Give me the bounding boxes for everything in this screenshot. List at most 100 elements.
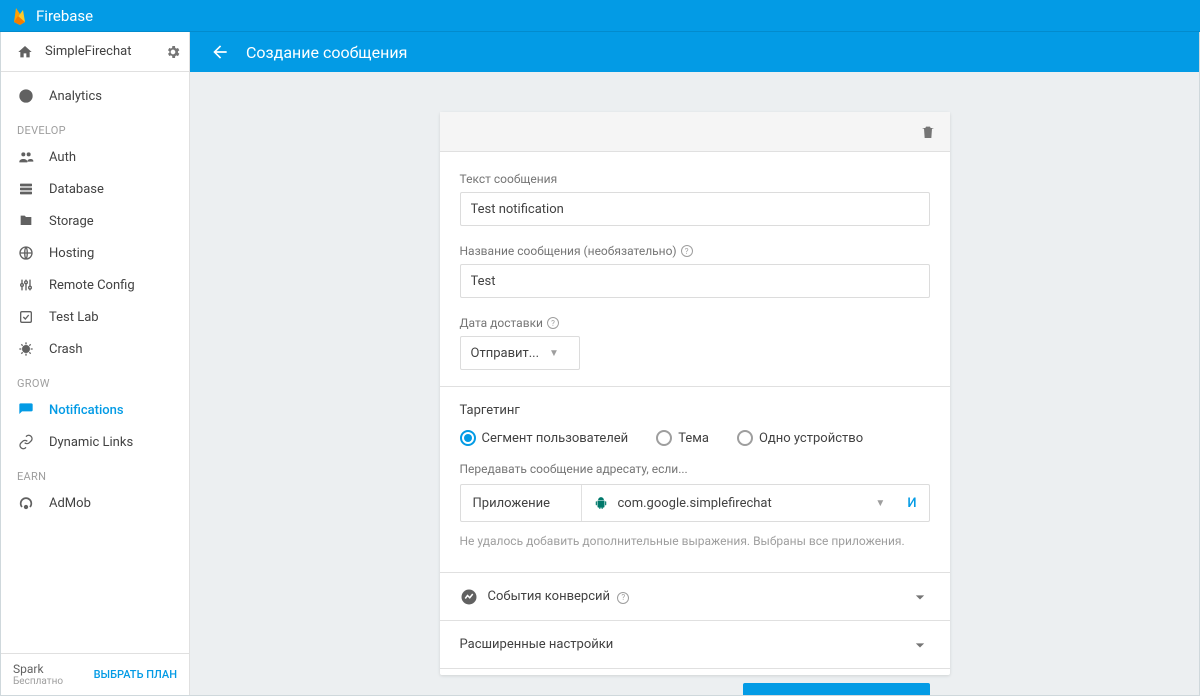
conversion-icon <box>460 588 478 606</box>
help-icon[interactable]: ? <box>547 317 559 329</box>
crash-icon <box>17 340 35 358</box>
nav-hosting[interactable]: Hosting <box>1 237 189 269</box>
nav-label: Remote Config <box>49 278 135 293</box>
auth-icon <box>17 148 35 166</box>
nav-label: Auth <box>49 150 76 165</box>
warning-text: Не удалось добавить дополнительные выраж… <box>460 534 930 548</box>
radio-icon <box>460 430 476 446</box>
nav-admob[interactable]: AdMob <box>1 487 189 519</box>
message-title-label: Название сообщения (необязательно) ? <box>460 244 930 258</box>
remote-config-icon <box>17 276 35 294</box>
send-button[interactable]: ОТПРАВИТЬ СООБЩЕНИЕ <box>743 683 930 695</box>
global-topbar: Firebase <box>0 0 1200 32</box>
targeting-title: Таргетинг <box>460 403 930 418</box>
help-icon[interactable]: ? <box>617 592 629 604</box>
test-lab-icon <box>17 308 35 326</box>
accordion-conversion-events[interactable]: События конверсий ? <box>440 573 950 621</box>
section-grow: GROW <box>1 365 189 394</box>
app-selector-label: Приложение <box>461 485 581 521</box>
page-header: Создание сообщения <box>190 32 1199 72</box>
sidebar-footer: Spark Бесплатно ВЫБРАТЬ ПЛАН <box>1 653 189 695</box>
app-selector[interactable]: Приложение com.google.simplefirechat ▼ И <box>460 484 930 522</box>
nav-label: AdMob <box>49 496 91 511</box>
targeting-radio-group: Сегмент пользователей Тема Одно устройст… <box>460 430 930 446</box>
nav-label: Database <box>49 182 104 197</box>
message-text-input[interactable] <box>460 192 930 226</box>
accordion-advanced-settings[interactable]: Расширенные настройки <box>440 621 950 669</box>
radio-label: Сегмент пользователей <box>482 431 629 446</box>
card-actions: СОХРАНИТЬ ЧЕРНОВИК ОТПРАВИТЬ СООБЩЕНИЕ <box>440 669 950 695</box>
brand-name: Firebase <box>36 7 93 25</box>
dropdown-arrow-icon: ▼ <box>875 498 885 509</box>
dropdown-arrow-icon: ▼ <box>549 348 559 359</box>
nav-crash[interactable]: Crash <box>1 333 189 365</box>
sidebar: SimpleFirechat Analytics DEVELOP Auth Da… <box>1 32 190 695</box>
radio-label: Одно устройство <box>759 431 863 446</box>
chevron-down-icon <box>910 587 930 607</box>
content: Текст сообщения Название сообщения (необ… <box>190 72 1199 695</box>
select-value: Отправит... <box>471 346 540 361</box>
radio-label: Тема <box>678 431 709 446</box>
nav-label: Crash <box>49 342 83 357</box>
nav-label: Dynamic Links <box>49 435 133 450</box>
radio-icon <box>656 430 672 446</box>
database-icon <box>17 180 35 198</box>
nav-remote-config[interactable]: Remote Config <box>1 269 189 301</box>
radio-icon <box>737 430 753 446</box>
card-toolbar <box>440 112 950 152</box>
divider <box>440 386 950 387</box>
nav-label: Hosting <box>49 246 94 261</box>
plan-info: Spark Бесплатно <box>13 662 63 687</box>
nav: Analytics DEVELOP Auth Database Storage … <box>1 72 189 653</box>
project-name: SimpleFirechat <box>45 44 165 59</box>
notifications-icon <box>17 401 35 419</box>
section-earn: EARN <box>1 458 189 487</box>
section-develop: DEVELOP <box>1 112 189 141</box>
nav-auth[interactable]: Auth <box>1 141 189 173</box>
android-icon <box>594 496 608 510</box>
main: Создание сообщения Текст сообщения Назва… <box>190 32 1199 695</box>
chevron-down-icon <box>910 635 930 655</box>
nav-dynamic-links[interactable]: Dynamic Links <box>1 426 189 458</box>
page-title: Создание сообщения <box>246 43 407 62</box>
trash-icon[interactable] <box>920 123 936 141</box>
radio-device[interactable]: Одно устройство <box>737 430 863 446</box>
firebase-logo-icon <box>12 5 28 27</box>
app-id: com.google.simplefirechat <box>618 496 866 511</box>
message-title-input[interactable] <box>460 264 930 298</box>
help-icon[interactable]: ? <box>681 245 693 257</box>
card-body: Текст сообщения Название сообщения (необ… <box>440 152 950 572</box>
nav-database[interactable]: Database <box>1 173 189 205</box>
save-draft-button[interactable]: СОХРАНИТЬ ЧЕРНОВИК <box>559 683 735 695</box>
project-selector[interactable]: SimpleFirechat <box>1 32 189 72</box>
compose-card: Текст сообщения Название сообщения (необ… <box>440 112 950 675</box>
admob-icon <box>17 494 35 512</box>
back-arrow-icon[interactable] <box>210 42 230 62</box>
home-icon <box>17 44 33 60</box>
nav-notifications[interactable]: Notifications <box>1 394 189 426</box>
select-plan-button[interactable]: ВЫБРАТЬ ПЛАН <box>94 668 177 681</box>
nav-test-lab[interactable]: Test Lab <box>1 301 189 333</box>
gear-icon[interactable] <box>165 44 181 60</box>
nav-label: Notifications <box>49 403 124 418</box>
accordion: События конверсий ? Расширенные настройк… <box>440 572 950 669</box>
dynamic-links-icon <box>17 433 35 451</box>
nav-label: Analytics <box>49 89 102 104</box>
nav-storage[interactable]: Storage <box>1 205 189 237</box>
radio-topic[interactable]: Тема <box>656 430 709 446</box>
radio-segment[interactable]: Сегмент пользователей <box>460 430 629 446</box>
delivery-date-label: Дата доставки ? <box>460 316 930 330</box>
nav-label: Test Lab <box>49 310 99 325</box>
accordion-label: Расширенные настройки <box>460 637 910 652</box>
and-link[interactable]: И <box>907 496 916 511</box>
app-selector-value: com.google.simplefirechat ▼ И <box>581 485 929 521</box>
nav-analytics[interactable]: Analytics <box>1 80 189 112</box>
condition-hint: Передавать сообщение адресату, если... <box>460 462 930 476</box>
analytics-icon <box>17 87 35 105</box>
delivery-date-select[interactable]: Отправит... ▼ <box>460 336 580 370</box>
plan-sub: Бесплатно <box>13 676 63 687</box>
nav-label: Storage <box>49 214 94 229</box>
plan-name: Spark <box>13 662 63 676</box>
hosting-icon <box>17 244 35 262</box>
accordion-label: События конверсий ? <box>488 589 910 604</box>
